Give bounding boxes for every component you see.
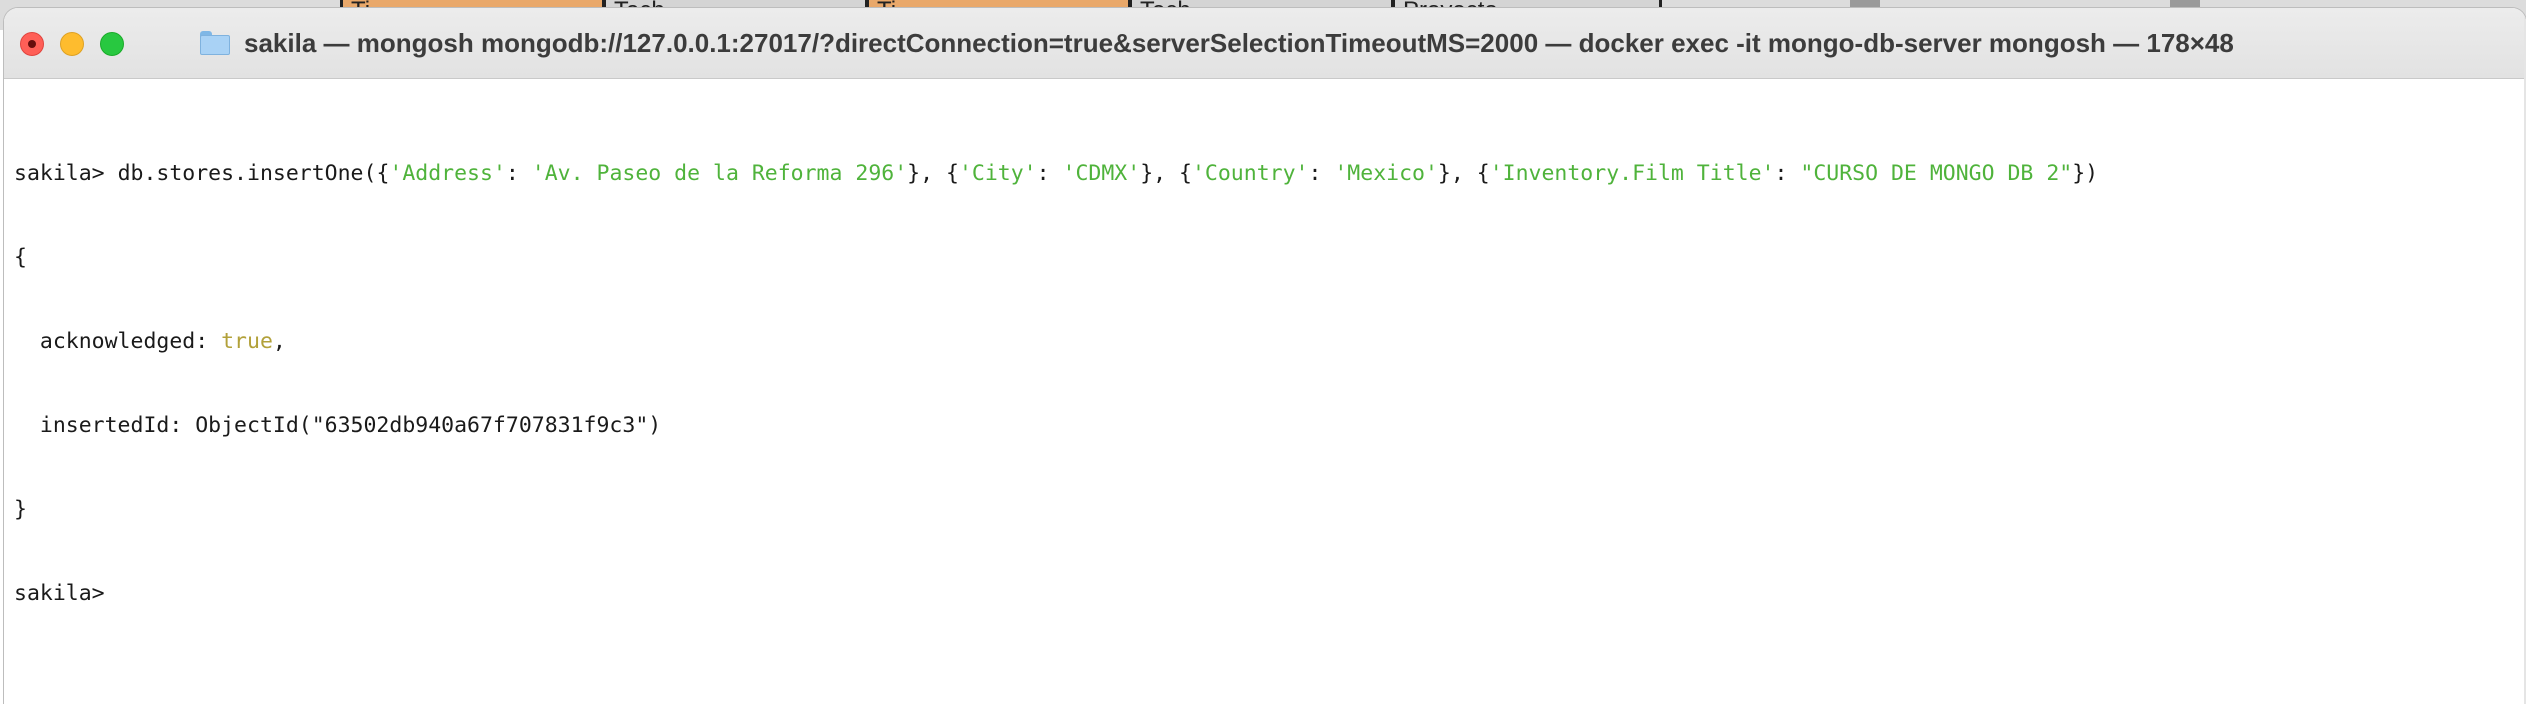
folder-icon bbox=[200, 31, 230, 55]
acknowledged-line: acknowledged: true, bbox=[14, 329, 286, 354]
minimize-button[interactable] bbox=[60, 32, 84, 56]
output-close-brace: } bbox=[14, 497, 27, 522]
string-token: 'Address' bbox=[389, 161, 506, 186]
string-token: 'City' bbox=[958, 161, 1037, 186]
command-line: sakila> db.stores.insertOne({'Address': … bbox=[14, 161, 2099, 186]
close-button[interactable] bbox=[20, 32, 44, 56]
window-title: sakila — mongosh mongodb://127.0.0.1:270… bbox=[244, 27, 2234, 58]
string-token: 'Mexico' bbox=[1334, 161, 1438, 186]
string-token: 'Inventory.Film Title' bbox=[1489, 161, 1775, 186]
string-token: 'Country' bbox=[1191, 161, 1309, 186]
terminal-output[interactable]: sakila> db.stores.insertOne({'Address': … bbox=[14, 104, 2514, 664]
final-prompt-line: sakila> bbox=[14, 580, 2514, 608]
string-token: "CURSO DE MONGO DB 2" bbox=[1800, 161, 2073, 186]
boolean-token: true bbox=[221, 329, 273, 354]
prompt: sakila> bbox=[14, 161, 118, 186]
maximize-button[interactable] bbox=[100, 32, 124, 56]
string-token: 'Av. Paseo de la Reforma 296' bbox=[531, 161, 908, 186]
prompt: sakila> bbox=[14, 581, 118, 606]
window-title-group: sakila — mongosh mongodb://127.0.0.1:270… bbox=[200, 8, 2234, 78]
output-open-brace: { bbox=[14, 245, 27, 270]
terminal-window: sakila — mongosh mongodb://127.0.0.1:270… bbox=[4, 8, 2526, 704]
title-bar[interactable]: sakila — mongosh mongodb://127.0.0.1:270… bbox=[4, 8, 2526, 79]
inserted-id-line: insertedId: ObjectId("63502db940a67f7078… bbox=[14, 413, 662, 438]
string-token: 'CDMX' bbox=[1062, 161, 1141, 186]
